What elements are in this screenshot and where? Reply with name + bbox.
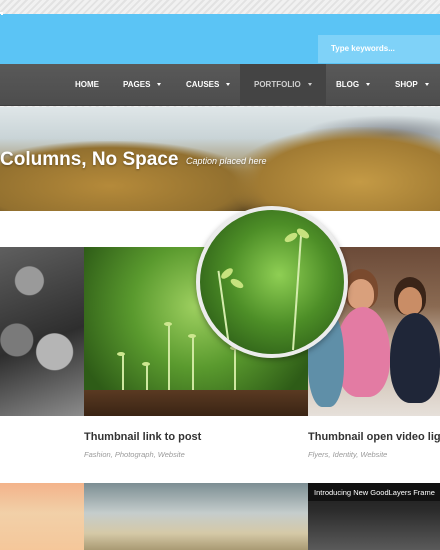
portfolio-thumbnail-landscape[interactable] [84, 483, 308, 550]
nav-item-pages[interactable]: Pages [109, 64, 175, 106]
sprout-stem [168, 324, 170, 394]
nav-item-home[interactable]: Home [61, 64, 113, 106]
chevron-down-icon [424, 83, 429, 87]
banner-hill-right [230, 127, 440, 211]
portfolio-thumbnail-sunset[interactable] [0, 483, 84, 550]
portfolio-thumbnail-children[interactable] [0, 247, 84, 416]
sprout-leaf [188, 334, 196, 338]
nav-item-shop[interactable]: Shop [381, 64, 440, 106]
sprout-stem [122, 354, 124, 394]
page-header-banner: Columns, No Space Caption placed here [0, 107, 440, 211]
zoom-hover-lens [196, 206, 348, 358]
search-input[interactable] [318, 35, 440, 63]
sprout-leaf [229, 276, 245, 291]
nav-item-causes[interactable]: Causes [172, 64, 244, 106]
nav-label: Causes [186, 80, 220, 89]
nav-label: Home [75, 80, 99, 89]
chevron-down-icon [307, 83, 312, 87]
portfolio-item-tags[interactable]: Fashion, Photograph, Website [84, 450, 185, 459]
sprout-stem [292, 230, 303, 351]
nav-label: Shop [395, 80, 418, 89]
sprout-leaf [142, 362, 150, 366]
page-caption: Caption placed here [186, 156, 267, 166]
sprout-leaf [117, 352, 125, 356]
nav-item-blog[interactable]: Blog [322, 64, 384, 106]
main-navigation: Home Pages Causes Portfolio Blog Shop [0, 64, 440, 106]
video-title: Introducing New GoodLayers Frame [314, 488, 435, 497]
chevron-down-icon [226, 83, 231, 87]
student-face [348, 279, 374, 309]
sprout-leaf [295, 226, 311, 241]
logo-fragment [0, 12, 3, 15]
chevron-down-icon [157, 83, 162, 87]
sprout-leaf [164, 322, 172, 326]
nav-label: Portfolio [254, 80, 301, 89]
portfolio-item-title[interactable]: Thumbnail link to post [84, 431, 201, 443]
page-title: Columns, No Space [0, 149, 179, 170]
top-header-bar [0, 14, 440, 64]
chevron-down-icon [366, 83, 371, 87]
student-face [398, 287, 422, 315]
nav-label: Pages [123, 80, 151, 89]
sprout-stem [192, 336, 194, 394]
student-shirt [390, 313, 440, 403]
portfolio-item-title[interactable]: Thumbnail open video lig [308, 431, 440, 443]
soil [84, 390, 308, 416]
sprout-stem [234, 348, 236, 394]
nav-item-portfolio[interactable]: Portfolio [240, 64, 326, 106]
student-shirt [336, 307, 390, 397]
portfolio-thumbnail-video[interactable]: Introducing New GoodLayers Frame [308, 483, 440, 550]
nav-label: Blog [336, 80, 360, 89]
portfolio-item-tags[interactable]: Flyers, Identity, Website [308, 450, 387, 459]
